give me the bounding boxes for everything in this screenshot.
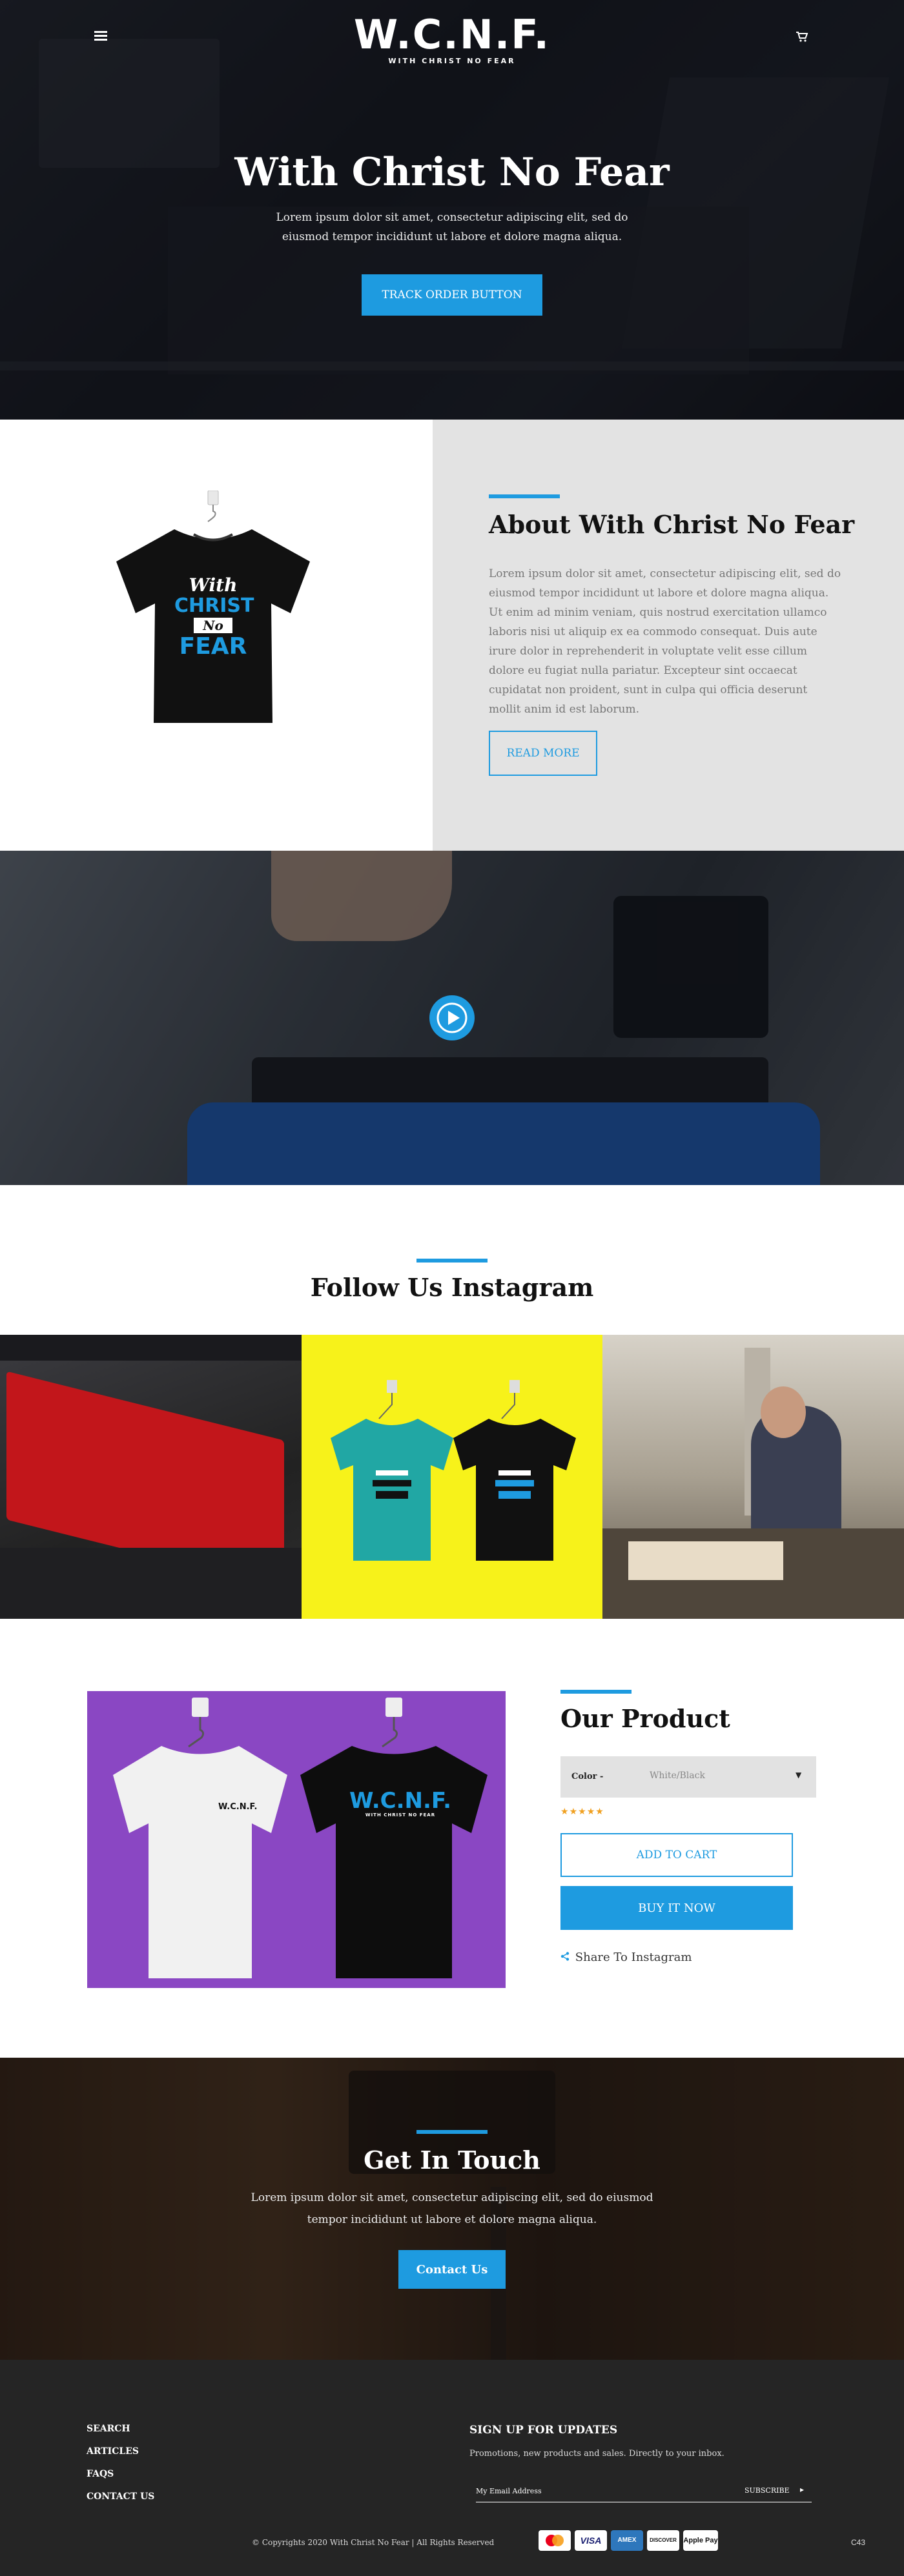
shirt-print-line: CHRIST — [174, 594, 254, 617]
instagram-tile[interactable] — [302, 1335, 602, 1619]
shirt-print-line: With — [189, 574, 238, 596]
star-icon: ★ — [560, 1807, 570, 1817]
contact-title: Get In Touch — [364, 2145, 540, 2175]
read-more-button[interactable]: READ MORE — [489, 731, 597, 776]
buy-now-button[interactable]: BUY IT NOW — [560, 1886, 793, 1930]
footer-nav: SEARCH ARTICLES FAQS CONTACT US — [87, 2424, 154, 2514]
copyright-text: © Copyrights 2020 With Christ No Fear | … — [252, 2538, 495, 2547]
track-order-button[interactable]: TRACK ORDER BUTTON — [362, 274, 542, 316]
chevron-down-icon: ▼ — [796, 1770, 802, 1780]
signup-title: SIGN UP FOR UPDATES — [469, 2424, 618, 2437]
share-label: Share To Instagram — [575, 1951, 692, 1964]
instagram-accent-line — [416, 1259, 488, 1263]
ig-tile-board-shape — [628, 1541, 783, 1580]
about-text: Lorem ipsum dolor sit amet, consectetur … — [489, 567, 841, 716]
star-icon: ★ — [569, 1807, 579, 1817]
product-image[interactable]: W.C.N.F. W.C.N.F. WITH CHRIST NO FEAR — [87, 1691, 506, 1988]
hero-title: With Christ No Fear — [234, 150, 670, 195]
star-icon: ★ — [586, 1807, 596, 1817]
add-to-cart-button[interactable]: ADD TO CART — [560, 1833, 793, 1877]
footer-link-search[interactable]: SEARCH — [87, 2424, 154, 2446]
site-logo[interactable]: W.C.N.F. WITH CHRIST NO FEAR — [0, 11, 904, 66]
product-title: Our Product — [560, 1704, 730, 1733]
about-image-panel: With CHRIST No FEAR — [0, 420, 433, 851]
subscribe-button[interactable]: SUBSCRIBE — [745, 2486, 790, 2495]
black-shirt-print: W.C.N.F. WITH CHRIST NO FEAR — [345, 1789, 455, 1818]
ig-tile-worker-head-shape — [761, 1386, 806, 1438]
star-icon: ★ — [595, 1807, 604, 1817]
footer-link-contact-us[interactable]: CONTACT US — [87, 2491, 154, 2514]
amex-icon: AMEX — [611, 2530, 643, 2551]
color-select[interactable]: Color - White/Black ▼ — [560, 1756, 816, 1798]
product-shirts-image — [113, 1698, 488, 1978]
logo-main-text: W.C.N.F. — [353, 11, 551, 58]
share-instagram-link[interactable]: Share To Instagram — [560, 1951, 692, 1964]
hero-text: Lorem ipsum dolor sit amet, consectetur … — [276, 211, 628, 243]
color-select-value: White/Black — [650, 1770, 705, 1781]
ig-tile-shirts-image — [331, 1380, 576, 1561]
about-title: About With Christ No Fear — [489, 510, 855, 539]
footer-link-faqs[interactable]: FAQS — [87, 2469, 154, 2491]
visa-icon: VISA — [575, 2530, 607, 2551]
contact-us-button[interactable]: Contact Us — [398, 2250, 506, 2289]
instagram-title: Follow Us Instagram — [310, 1273, 594, 1302]
apple-pay-icon: Apple Pay — [683, 2530, 718, 2551]
star-icon: ★ — [578, 1807, 587, 1817]
discover-icon: DISCOVER — [647, 2530, 679, 2551]
black-shirt-logo: W.C.N.F. — [349, 1788, 452, 1814]
shirt-print-line: FEAR — [179, 633, 247, 660]
mastercard-icon — [539, 2530, 571, 2551]
instagram-tile[interactable] — [0, 1335, 302, 1619]
ig-tile-shelf-shape — [0, 1335, 302, 1361]
share-icon — [560, 1952, 573, 1963]
color-select-label: Color - — [571, 1772, 604, 1781]
about-accent-line — [489, 494, 560, 498]
footer-code: C43 — [851, 2538, 866, 2547]
contact-accent-line — [416, 2130, 488, 2134]
instagram-tile[interactable] — [602, 1335, 904, 1619]
newsletter-form: SUBSCRIBE ▸ — [476, 2484, 812, 2502]
cart-icon[interactable] — [796, 31, 808, 43]
play-icon — [437, 1002, 467, 1033]
logo-tagline: WITH CHRIST NO FEAR — [388, 57, 516, 65]
arrow-right-icon[interactable]: ▸ — [800, 2485, 804, 2494]
product-accent-line — [560, 1690, 632, 1694]
ig-tile-press-shape — [0, 1548, 302, 1619]
about-tshirt-print: With CHRIST No FEAR — [174, 574, 254, 660]
contact-text: Lorem ipsum dolor sit amet, consectetur … — [251, 2191, 653, 2226]
email-input[interactable] — [476, 2487, 721, 2495]
play-video-button[interactable] — [429, 995, 475, 1040]
shirt-print-line: No — [194, 618, 232, 633]
signup-text: Promotions, new products and sales. Dire… — [469, 2449, 724, 2459]
white-shirt-logo: W.C.N.F. — [218, 1802, 258, 1812]
product-rating-stars: ★★★★★ — [560, 1807, 604, 1817]
footer-link-articles[interactable]: ARTICLES — [87, 2446, 154, 2469]
